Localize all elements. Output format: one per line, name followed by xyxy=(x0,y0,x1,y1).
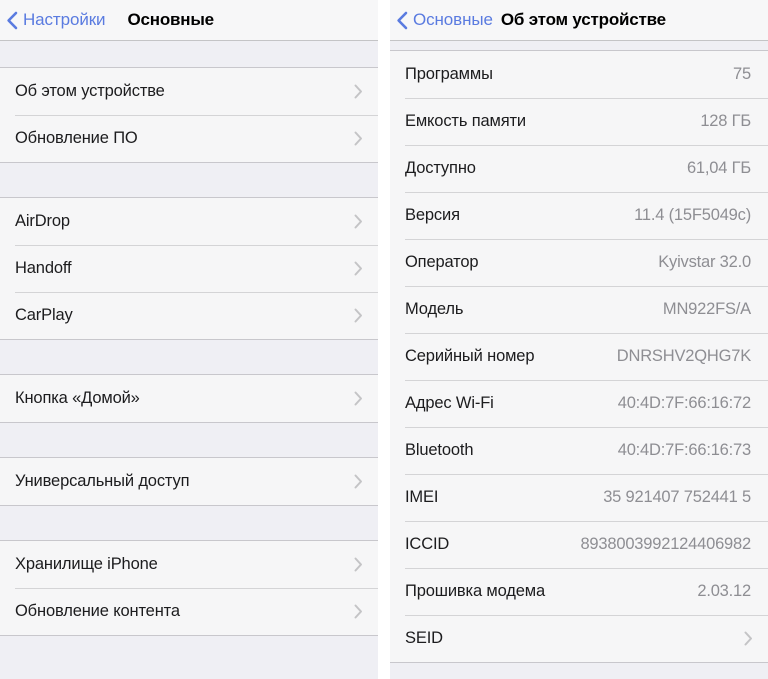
section-gap xyxy=(0,423,378,458)
section-gap xyxy=(0,163,378,198)
table-row[interactable]: Адрес Wi-Fi 40:4D:7F:66:16:72 xyxy=(390,380,768,427)
list-item-label: Обновление контента xyxy=(15,602,180,620)
section-gap xyxy=(390,663,768,679)
list-item[interactable]: Handoff xyxy=(0,245,378,292)
list-item-label: CarPlay xyxy=(15,306,73,324)
section-gap xyxy=(0,41,378,68)
right-navbar: Основные Об этом устройстве xyxy=(390,0,768,41)
list-item-label: Обновление ПО xyxy=(15,129,138,147)
list-item[interactable]: Об этом устройстве xyxy=(0,68,378,115)
table-row[interactable]: Емкость памяти 128 ГБ xyxy=(390,98,768,145)
row-value: 11.4 (15F5049c) xyxy=(634,206,751,224)
row-label: Модель xyxy=(405,300,464,318)
chevron-right-icon xyxy=(354,84,363,99)
row-label: Прошивка модема xyxy=(405,582,546,600)
table-row[interactable]: Bluetooth 40:4D:7F:66:16:73 xyxy=(390,427,768,474)
list-item-label: Универсальный доступ xyxy=(15,472,190,490)
chevron-left-icon xyxy=(6,11,18,30)
chevron-left-icon xyxy=(396,11,408,30)
table-row[interactable]: Модель MN922FS/A xyxy=(390,286,768,333)
row-value: 128 ГБ xyxy=(700,112,751,130)
row-value: 75 xyxy=(733,65,751,83)
row-value: DNRSHV2QHG7K xyxy=(616,347,751,365)
list-item[interactable]: AirDrop xyxy=(0,198,378,245)
chevron-right-icon xyxy=(354,131,363,146)
row-label: IMEI xyxy=(405,488,439,506)
row-label: Серийный номер xyxy=(405,347,535,365)
back-button-label: Настройки xyxy=(23,10,106,29)
row-label: SEID xyxy=(405,629,443,647)
about-info-list: Программы 75 Емкость памяти 128 ГБ Досту… xyxy=(390,41,768,679)
table-row[interactable]: Доступно 61,04 ГБ xyxy=(390,145,768,192)
row-value: 40:4D:7F:66:16:72 xyxy=(617,394,751,412)
table-row[interactable]: IMEI 35 921407 752441 5 xyxy=(390,474,768,521)
row-label: Адрес Wi-Fi xyxy=(405,394,494,412)
row-value: 35 921407 752441 5 xyxy=(603,488,751,506)
settings-general-screen: Настройки Основные Об этом устройстве Об… xyxy=(0,0,378,679)
section-gap xyxy=(0,636,378,676)
dual-screenshot-container: Настройки Основные Об этом устройстве Об… xyxy=(0,0,768,679)
row-label: ICCID xyxy=(405,535,450,553)
table-row[interactable]: Серийный номер DNRSHV2QHG7K xyxy=(390,333,768,380)
list-item[interactable]: Обновление ПО xyxy=(0,115,378,162)
chevron-right-icon xyxy=(354,557,363,572)
list-item-label: Кнопка «Домой» xyxy=(15,389,140,407)
section-gap xyxy=(0,506,378,541)
back-button-settings[interactable]: Настройки xyxy=(0,10,106,30)
table-row[interactable]: SEID xyxy=(390,615,768,662)
table-row[interactable]: ICCID 8938003992124406982 xyxy=(390,521,768,568)
row-value: MN922FS/A xyxy=(662,300,751,318)
table-row[interactable]: Прошивка модема 2.03.12 xyxy=(390,568,768,615)
section-home-button: Кнопка «Домой» xyxy=(0,375,378,423)
table-row[interactable]: Программы 75 xyxy=(390,51,768,98)
list-item[interactable]: Кнопка «Домой» xyxy=(0,375,378,422)
section-accessibility: Универсальный доступ xyxy=(0,458,378,506)
row-label: Оператор xyxy=(405,253,479,271)
chevron-right-icon xyxy=(354,604,363,619)
row-label: Версия xyxy=(405,206,460,224)
list-item[interactable]: CarPlay xyxy=(0,292,378,339)
about-device-screen: Основные Об этом устройстве Программы 75… xyxy=(390,0,768,679)
chevron-right-icon xyxy=(744,631,753,646)
left-settings-list: Об этом устройстве Обновление ПО AirDrop… xyxy=(0,41,378,679)
chevron-right-icon xyxy=(354,391,363,406)
table-row[interactable]: Оператор Kyivstar 32.0 xyxy=(390,239,768,286)
section-connectivity: AirDrop Handoff CarPlay xyxy=(0,198,378,340)
left-page-title: Основные xyxy=(127,10,214,29)
panel-divider xyxy=(378,0,390,679)
right-page-title: Об этом устройстве xyxy=(500,10,666,29)
row-label: Емкость памяти xyxy=(405,112,526,130)
table-row[interactable]: Версия 11.4 (15F5049c) xyxy=(390,192,768,239)
left-navbar: Настройки Основные xyxy=(0,0,378,41)
chevron-right-icon xyxy=(354,214,363,229)
chevron-right-icon xyxy=(354,261,363,276)
row-label: Программы xyxy=(405,65,493,83)
row-value: Kyivstar 32.0 xyxy=(658,253,751,271)
list-item-label: Хранилище iPhone xyxy=(15,555,158,573)
section-gap xyxy=(390,41,768,51)
list-item[interactable]: Универсальный доступ xyxy=(0,458,378,505)
section-gap xyxy=(0,340,378,375)
row-value: 2.03.12 xyxy=(697,582,751,600)
list-item[interactable]: Хранилище iPhone xyxy=(0,541,378,588)
chevron-right-icon xyxy=(354,474,363,489)
list-item-label: AirDrop xyxy=(15,212,70,230)
row-value: 40:4D:7F:66:16:73 xyxy=(617,441,751,459)
row-value: 61,04 ГБ xyxy=(686,159,751,177)
back-button-general[interactable]: Основные xyxy=(390,10,493,30)
row-label: Bluetooth xyxy=(405,441,474,459)
section-about-details: Программы 75 Емкость памяти 128 ГБ Досту… xyxy=(390,51,768,663)
list-item[interactable]: Обновление контента xyxy=(0,588,378,635)
chevron-right-icon xyxy=(354,308,363,323)
list-item-label: Об этом устройстве xyxy=(15,82,165,100)
row-label: Доступно xyxy=(405,159,476,177)
back-button-label: Основные xyxy=(413,10,493,29)
section-storage: Хранилище iPhone Обновление контента xyxy=(0,541,378,636)
list-item-label: Handoff xyxy=(15,259,72,277)
section-device-info: Об этом устройстве Обновление ПО xyxy=(0,68,378,163)
row-value: 8938003992124406982 xyxy=(580,535,751,553)
